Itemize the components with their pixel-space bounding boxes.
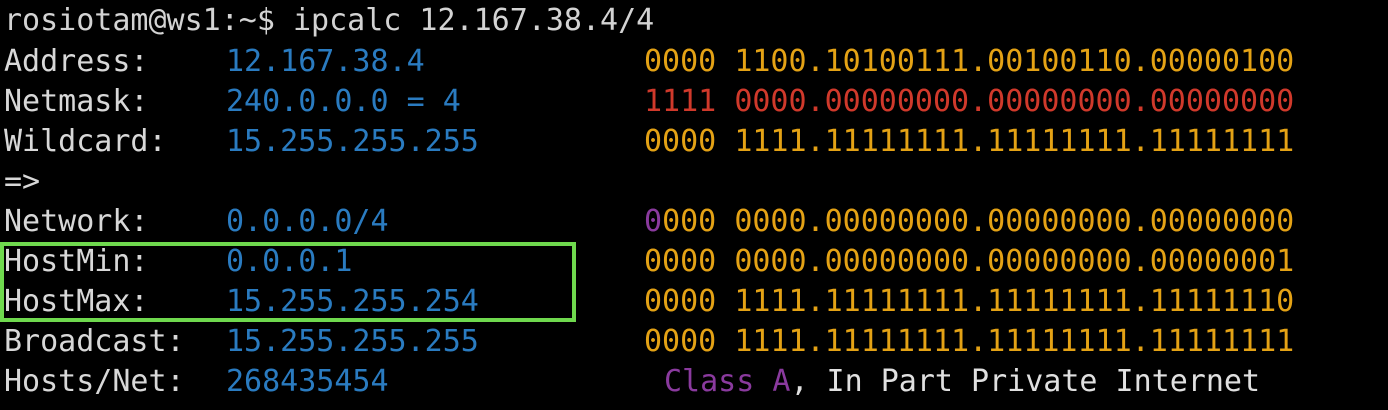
address-value: 12.167.38.4 (226, 44, 425, 79)
netmask-label: Netmask: (4, 84, 149, 119)
hostmax-bits-tail: 1111.11111111.11111111.11111110 (734, 284, 1295, 319)
hostmax-row: HostMax: 15.255.255.254 0000 1111.11111111… (4, 282, 1388, 322)
network-bits-rest: 000 (662, 204, 717, 239)
wildcard-bits-tail: 1111.11111111.11111111.11111111 (734, 124, 1295, 159)
hosts-row: Hosts/Net: 268435454 Class A, In Part Priv… (4, 362, 1388, 402)
hostmin-value: 0.0.0.1 (226, 244, 353, 279)
arrow-marker: => (4, 164, 41, 199)
broadcast-row: Broadcast: 15.255.255.255 0000 1111.111111… (4, 322, 1388, 362)
hostmin-bits-head: 0000 (644, 244, 717, 279)
arrow-row: => (4, 162, 1388, 202)
hostmin-bits-tail: 0000.00000000.00000000.00000001 (734, 244, 1295, 279)
address-row: Address: 12.167.38.4 0000 1100.10100111.00… (4, 42, 1388, 82)
broadcast-bits-tail: 1111.11111111.11111111.11111111 (734, 324, 1295, 359)
hostmin-label: HostMin: (4, 244, 149, 279)
address-label: Address: (4, 44, 149, 79)
broadcast-value: 15.255.255.255 (226, 324, 479, 359)
class-description: , In Part Private Internet (790, 364, 1261, 399)
broadcast-bits-head: 0000 (644, 324, 717, 359)
class-a-label: Class A (664, 364, 791, 399)
command-text: rosiotam@ws1:~$ ipcalc 12.167.38.4/4 (4, 3, 655, 38)
network-bits-first: 0 (644, 204, 663, 239)
netmask-bits-head: 1111 (644, 84, 717, 119)
address-bits-head: 0000 (644, 44, 717, 79)
command-prompt-line: rosiotam@ws1:~$ ipcalc 12.167.38.4/4 (4, 0, 1388, 42)
network-bits-tail: 0000.00000000.00000000.00000000 (734, 204, 1295, 239)
wildcard-bits-head: 0000 (644, 124, 717, 159)
network-value: 0.0.0.0/4 (226, 204, 389, 239)
wildcard-label: Wildcard: (4, 124, 167, 159)
broadcast-label: Broadcast: (4, 324, 185, 359)
network-row: Network: 0.0.0.0/4 0000 0000.00000000.0000… (4, 202, 1388, 242)
hosts-label: Hosts/Net: (4, 364, 185, 399)
network-label: Network: (4, 204, 149, 239)
netmask-bits-tail: 0000.00000000.00000000.00000000 (734, 84, 1295, 119)
hostmax-label: HostMax: (4, 284, 149, 319)
netmask-row: Netmask: 240.0.0.0 = 4 1111 0000.00000000.… (4, 82, 1388, 122)
hostmin-row: HostMin: 0.0.0.1 0000 0000.00000000.000000… (4, 242, 1388, 282)
wildcard-row: Wildcard: 15.255.255.255 0000 1111.1111111… (4, 122, 1388, 162)
hosts-value: 268435454 (226, 364, 389, 399)
netmask-value: 240.0.0.0 = 4 (226, 84, 461, 119)
hostmax-value: 15.255.255.254 (226, 284, 479, 319)
wildcard-value: 15.255.255.255 (226, 124, 479, 159)
terminal-window[interactable]: rosiotam@ws1:~$ ipcalc 12.167.38.4/4 Add… (0, 0, 1388, 410)
hostmax-bits-head: 0000 (644, 284, 717, 319)
address-bits-tail: 1100.10100111.00100110.00000100 (734, 44, 1295, 79)
